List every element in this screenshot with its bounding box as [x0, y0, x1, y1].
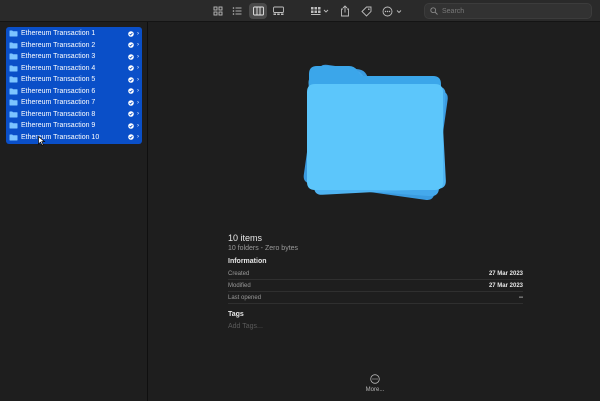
list-item[interactable]: Ethereum Transaction 7 › — [6, 97, 142, 109]
group-button[interactable] — [309, 3, 331, 19]
folder-icon — [9, 65, 18, 72]
list-item[interactable]: Ethereum Transaction 5 › — [6, 74, 142, 86]
folder-icon — [9, 134, 18, 141]
info-value: 27 Mar 2023 — [488, 282, 523, 289]
folder-icon — [9, 122, 18, 129]
list-item[interactable]: Ethereum Transaction 8 › — [6, 109, 142, 121]
chevron-right-icon: › — [137, 53, 139, 60]
list-item[interactable]: Ethereum Transaction 6 › — [6, 86, 142, 98]
chevron-right-icon: › — [137, 122, 139, 129]
grid-icon — [213, 6, 223, 16]
information-heading: Information — [228, 258, 267, 265]
gallery-view-button[interactable] — [270, 3, 286, 19]
chevron-right-icon: › — [137, 30, 139, 37]
chevron-right-icon: › — [137, 111, 139, 118]
sync-check-icon — [128, 88, 134, 95]
tag-button[interactable] — [359, 3, 373, 19]
list-item-label: Ethereum Transaction 1 — [21, 30, 96, 38]
info-key: Last opened — [228, 294, 262, 301]
list-item-label: Ethereum Transaction 2 — [21, 41, 96, 49]
chevron-right-icon: › — [137, 99, 139, 106]
add-tags-field[interactable]: Add Tags... — [228, 323, 263, 330]
gallery-icon — [272, 6, 284, 15]
more-button[interactable]: More... — [359, 374, 391, 393]
share-icon — [341, 5, 349, 17]
search-placeholder: Search — [442, 7, 465, 15]
folder-icon — [9, 88, 18, 95]
icon-view-button[interactable] — [210, 3, 226, 19]
column-view-button[interactable] — [249, 3, 267, 19]
search-field[interactable]: Search — [424, 3, 592, 19]
search-icon — [430, 7, 438, 15]
folder-icon — [9, 99, 18, 106]
list-item-label: Ethereum Transaction 8 — [21, 110, 96, 118]
list-item[interactable]: Ethereum Transaction 3 › — [6, 51, 142, 63]
folder-stack-icon — [303, 64, 448, 200]
list-view-button[interactable] — [229, 3, 245, 19]
folder-icon — [9, 111, 18, 118]
info-row-modified: Modified 27 Mar 2023 — [228, 280, 523, 292]
sync-check-icon — [128, 42, 134, 49]
sync-check-icon — [128, 53, 134, 60]
folder-icon — [9, 42, 18, 49]
selection-subtitle: 10 folders - Zero bytes — [228, 245, 299, 252]
list-item-label: Ethereum Transaction 7 — [21, 99, 96, 107]
info-row-last-opened: Last opened -- — [228, 292, 523, 304]
info-key: Created — [228, 270, 250, 277]
folder-icon — [9, 53, 18, 60]
ellipsis-circle-icon — [382, 6, 402, 16]
toolbar: Search — [0, 0, 600, 22]
folder-column[interactable]: Ethereum Transaction 1 › Ethereum Transact… — [0, 22, 148, 401]
info-key: Modified — [228, 282, 251, 289]
sync-check-icon — [128, 99, 134, 106]
list-item-label: Ethereum Transaction 6 — [21, 87, 96, 95]
list-item[interactable]: Ethereum Transaction 1 › — [6, 28, 142, 40]
tags-heading: Tags — [228, 311, 244, 318]
chevron-right-icon: › — [137, 134, 139, 141]
list-item[interactable]: Ethereum Transaction 4 › — [6, 63, 142, 75]
share-button[interactable] — [338, 3, 352, 19]
info-row-created: Created 27 Mar 2023 — [228, 268, 523, 280]
list-icon — [232, 7, 242, 15]
selected-folder-list: Ethereum Transaction 1 › Ethereum Transact… — [6, 27, 142, 144]
sync-check-icon — [128, 65, 134, 72]
chevron-right-icon: › — [137, 76, 139, 83]
more-label: More... — [365, 387, 385, 393]
mouse-pointer-icon — [38, 136, 46, 146]
preview-pane: 10 items 10 folders - Zero bytes Informa… — [149, 22, 600, 401]
chevron-right-icon: › — [137, 42, 139, 49]
sync-check-icon — [128, 111, 134, 118]
info-value: 27 Mar 2023 — [488, 270, 523, 277]
folder-icon — [9, 76, 18, 83]
sync-check-icon — [128, 30, 134, 37]
columns-icon — [252, 6, 264, 16]
sync-check-icon — [128, 134, 134, 141]
chevron-right-icon: › — [137, 65, 139, 72]
list-item[interactable]: Ethereum Transaction 9 › — [6, 120, 142, 132]
list-item[interactable]: Ethereum Transaction 2 › — [6, 40, 142, 52]
list-item-label: Ethereum Transaction 4 — [21, 64, 96, 72]
group-grid-icon — [311, 7, 329, 15]
folder-icon — [9, 30, 18, 37]
sync-check-icon — [128, 76, 134, 83]
list-item-label: Ethereum Transaction 5 — [21, 76, 96, 84]
list-item[interactable]: Ethereum Transaction 10 › — [6, 132, 142, 144]
list-item-label: Ethereum Transaction 3 — [21, 53, 96, 61]
chevron-right-icon: › — [137, 88, 139, 95]
list-item-label: Ethereum Transaction 9 — [21, 122, 96, 130]
info-value: -- — [519, 294, 523, 301]
ellipsis-circle-icon — [370, 374, 380, 384]
tag-icon — [360, 6, 371, 17]
sync-check-icon — [128, 122, 134, 129]
action-menu-button[interactable] — [381, 3, 405, 19]
selection-title: 10 items — [228, 233, 263, 243]
